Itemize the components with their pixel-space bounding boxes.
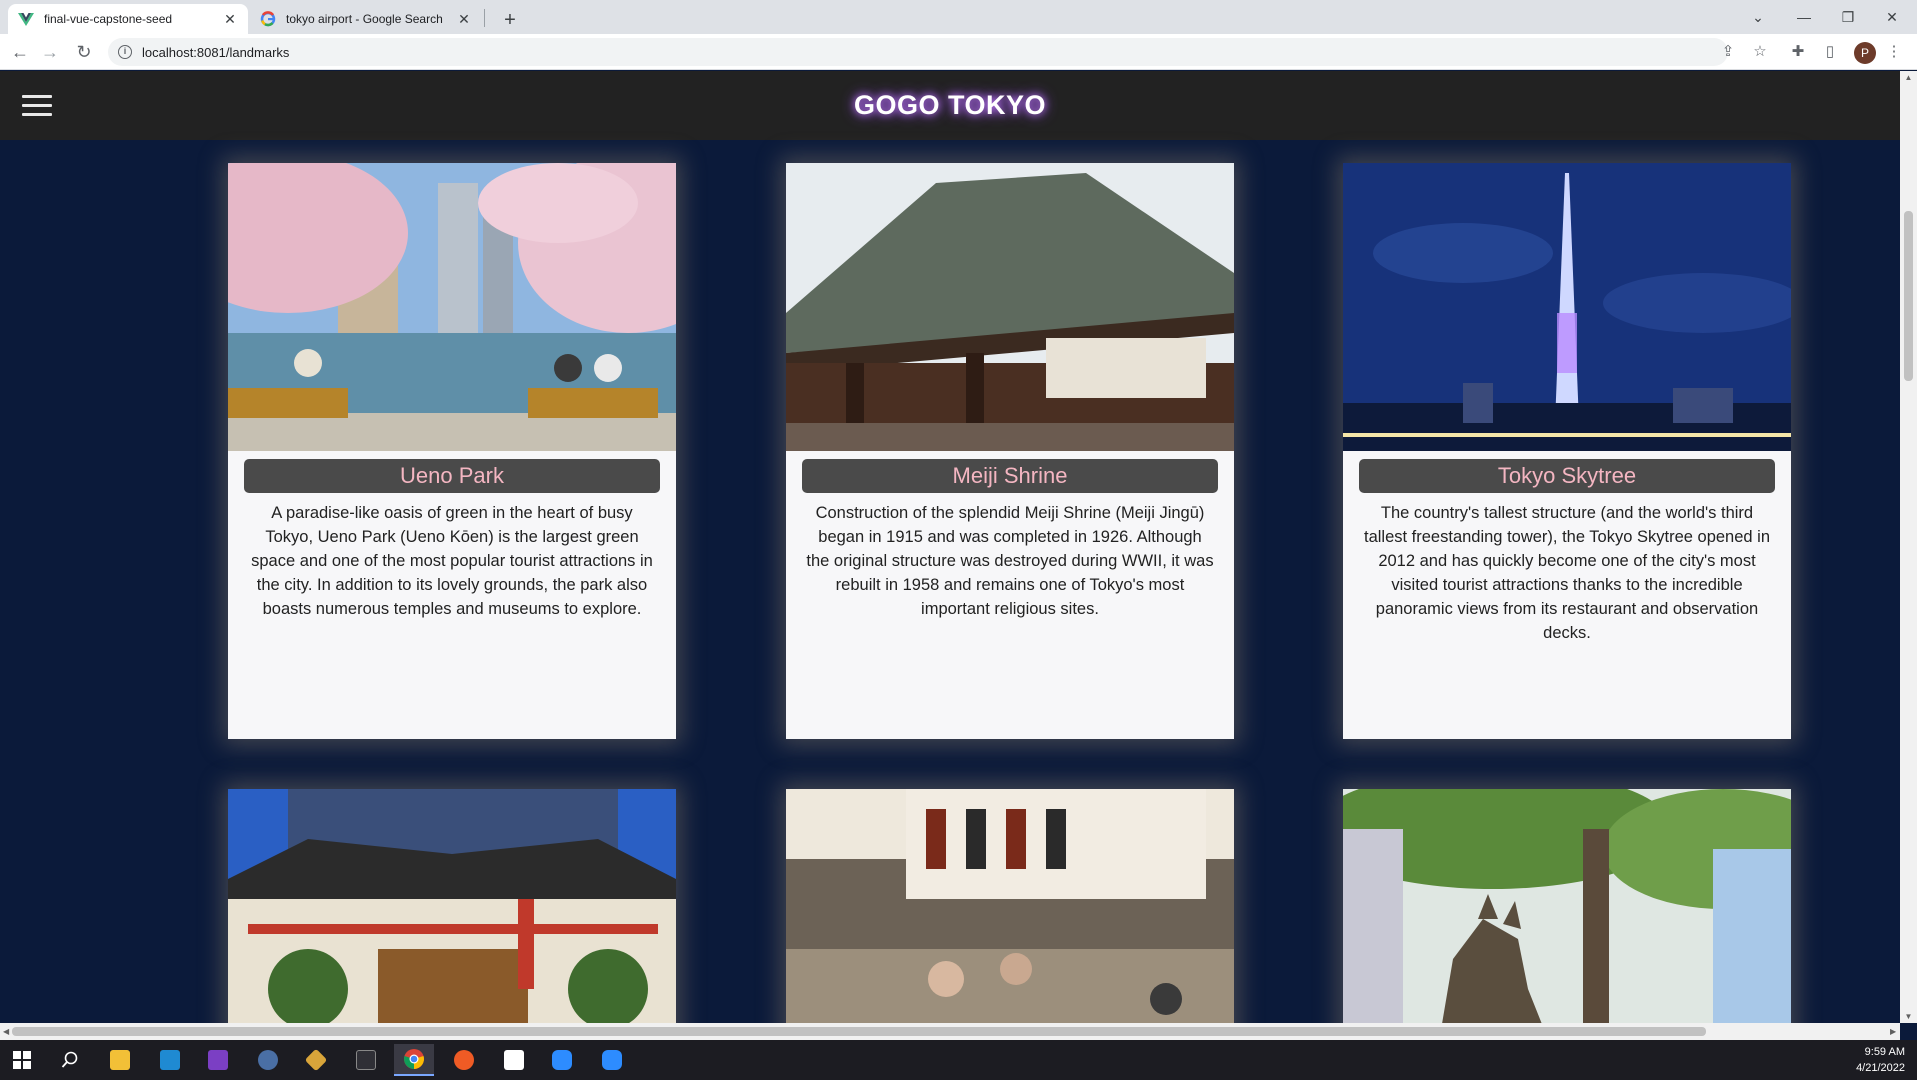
share-icon[interactable]: ⇪ [1718, 42, 1738, 62]
tab-search-chevron-icon[interactable]: ⌄ [1738, 4, 1778, 30]
landmark-description: A paradise-like oasis of green in the he… [251, 504, 653, 618]
google-icon [260, 11, 276, 27]
hachiko-photo [1343, 789, 1791, 1023]
scroll-down-arrow-icon[interactable]: ▼ [1900, 1012, 1917, 1021]
app-header: GOGO TOKYO [0, 71, 1900, 140]
landmark-description: Construction of the splendid Meiji Shrin… [806, 504, 1214, 618]
back-arrow-icon[interactable]: ← [8, 40, 32, 64]
fish-market-photo [786, 789, 1234, 1023]
slack-icon[interactable] [494, 1044, 534, 1076]
search-icon[interactable] [50, 1044, 90, 1076]
tab-final-vue-capstone-seed[interactable]: final-vue-capstone-seed ✕ [8, 4, 248, 34]
horizontal-scrollbar[interactable]: ◀ ▶ [0, 1023, 1900, 1040]
more-menu-icon[interactable]: ⋮ [1884, 42, 1904, 62]
reload-icon[interactable]: ↻ [72, 40, 96, 64]
landmark-card-hachiko[interactable] [1343, 789, 1791, 1023]
intellij-icon[interactable] [198, 1044, 238, 1076]
tab-title: tokyo airport - Google Search [286, 12, 443, 26]
close-tab-icon[interactable]: ✕ [456, 11, 472, 28]
tokyo-skytree-photo [1343, 163, 1791, 451]
app-title: GOGO TOKYO [853, 90, 1047, 120]
file-explorer-icon[interactable] [100, 1044, 140, 1076]
chrome-icon[interactable] [394, 1044, 434, 1076]
system-clock[interactable]: 9:59 AM 4/21/2022 [1856, 1044, 1905, 1076]
bookmark-star-icon[interactable]: ☆ [1750, 42, 1770, 62]
browser-tab-bar: final-vue-capstone-seed ✕ tokyo airport … [0, 0, 1917, 34]
profile-avatar[interactable]: P [1854, 42, 1876, 64]
meiji-shrine-photo [786, 163, 1234, 451]
landmark-card-meiji-shrine[interactable]: Meiji Shrine Construction of the splendi… [786, 163, 1234, 739]
scroll-left-arrow-icon[interactable]: ◀ [3, 1023, 9, 1040]
minimize-icon[interactable]: — [1784, 4, 1824, 30]
page-viewport: GOGO TOKYO Ueno Park A paradise-like oas… [0, 71, 1900, 1023]
windows-start-icon[interactable] [2, 1044, 42, 1076]
windows-taskbar: 9:59 AM 4/21/2022 [0, 1040, 1917, 1080]
clock-date: 4/21/2022 [1856, 1062, 1905, 1074]
scrollbar-thumb[interactable] [1904, 211, 1913, 381]
landmark-card-fish-market[interactable] [786, 789, 1234, 1023]
tab-title: final-vue-capstone-seed [44, 12, 173, 26]
vue-icon [18, 11, 34, 27]
tab-google-search[interactable]: tokyo airport - Google Search ✕ [250, 4, 482, 34]
scroll-up-arrow-icon[interactable]: ▲ [1900, 73, 1917, 82]
terminal-icon[interactable] [346, 1044, 386, 1076]
landmark-name: Ueno Park [244, 459, 660, 493]
vertical-scrollbar[interactable]: ▲ ▼ [1900, 71, 1917, 1023]
forward-arrow-icon[interactable]: → [38, 40, 62, 64]
ueno-park-photo [228, 163, 676, 451]
zoom-meeting-icon[interactable] [592, 1044, 632, 1076]
restore-icon[interactable]: ❐ [1828, 4, 1868, 30]
landmark-name: Meiji Shrine [802, 459, 1218, 493]
side-panel-icon[interactable]: ▯ [1820, 42, 1840, 62]
close-tab-icon[interactable]: ✕ [222, 11, 238, 28]
landmark-name: Tokyo Skytree [1359, 459, 1775, 493]
tab-divider [484, 9, 485, 27]
scrollbar-thumb[interactable] [12, 1027, 1706, 1036]
postgres-icon[interactable] [248, 1044, 288, 1076]
browser-toolbar: ← → ↻ i localhost:8081/landmarks ⇪ ☆ ✚ ▯… [0, 34, 1917, 70]
scroll-right-arrow-icon[interactable]: ▶ [1890, 1023, 1896, 1040]
site-info-icon[interactable]: i [118, 45, 132, 59]
landmark-card-kabukiza[interactable] [228, 789, 676, 1023]
kabukiza-photo [228, 789, 676, 1023]
postman-icon[interactable] [444, 1044, 484, 1076]
landmark-card-ueno-park[interactable]: Ueno Park A paradise-like oasis of green… [228, 163, 676, 739]
vscode-icon[interactable] [150, 1044, 190, 1076]
git-icon[interactable] [296, 1044, 336, 1076]
landmark-description: The country's tallest structure (and the… [1363, 504, 1770, 642]
url-text: localhost:8081/landmarks [142, 44, 290, 60]
extensions-puzzle-icon[interactable]: ✚ [1788, 42, 1808, 62]
zoom-icon[interactable] [542, 1044, 582, 1076]
close-window-icon[interactable]: ✕ [1872, 4, 1912, 30]
address-bar[interactable]: i localhost:8081/landmarks [108, 38, 1728, 66]
landmark-card-tokyo-skytree[interactable]: Tokyo Skytree The country's tallest stru… [1343, 163, 1791, 739]
new-tab-button[interactable]: + [496, 6, 524, 34]
clock-time: 9:59 AM [1864, 1046, 1905, 1058]
